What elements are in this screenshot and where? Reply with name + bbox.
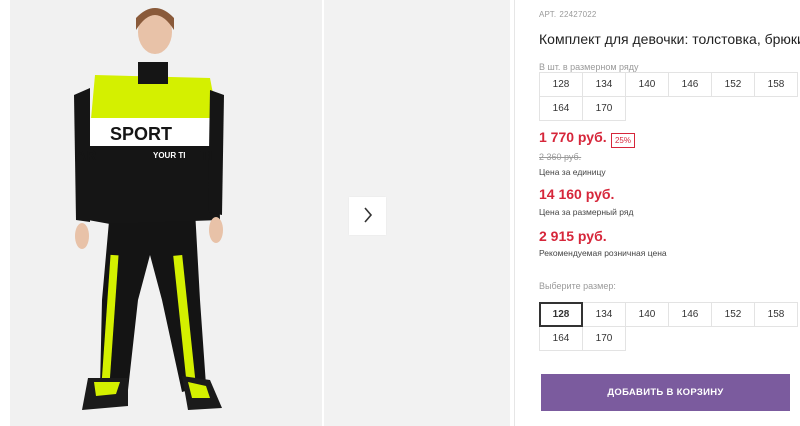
- size-option[interactable]: 170: [582, 326, 626, 351]
- sleeve-print-right: TI: [200, 147, 212, 163]
- discount-badge: 25%: [611, 133, 635, 148]
- row-price: 14 160 руб.: [539, 186, 615, 202]
- product-gallery: SPORT YOUR TI AR TI: [0, 0, 510, 426]
- product-photo-illustration: SPORT YOUR TI AR TI: [10, 0, 322, 426]
- size-row-cell: 140: [625, 72, 669, 97]
- size-option[interactable]: 158: [754, 302, 798, 327]
- sku-label: АРТ.: [539, 10, 557, 19]
- size-row-cell: 134: [582, 72, 626, 97]
- chevron-right-icon: [363, 206, 373, 226]
- gallery-next-button[interactable]: [349, 197, 386, 235]
- size-option[interactable]: 134: [582, 302, 626, 327]
- panel-divider: [514, 0, 515, 426]
- size-row-cell: 128: [539, 72, 583, 97]
- size-row-cell: 152: [711, 72, 755, 97]
- size-option[interactable]: 152: [711, 302, 755, 327]
- shirt-print-sport: SPORT: [110, 124, 172, 144]
- product-title: Комплект для девочки: толстовка, брюки: [539, 31, 800, 47]
- retail-price: 2 915 руб.: [539, 228, 607, 244]
- unit-price-caption: Цена за единицу: [539, 167, 606, 177]
- row-price-caption: Цена за размерный ряд: [539, 207, 634, 217]
- retail-price-caption: Рекомендуемая розничная цена: [539, 248, 667, 258]
- size-row-cell: 146: [668, 72, 712, 97]
- size-row-cell: 170: [582, 96, 626, 121]
- size-option[interactable]: 146: [668, 302, 712, 327]
- product-photo-main[interactable]: SPORT YOUR TI AR TI: [10, 0, 322, 426]
- add-to-cart-button[interactable]: ДОБАВИТЬ В КОРЗИНУ: [541, 374, 790, 411]
- size-row-cell: 164: [539, 96, 583, 121]
- size-row-cell: 158: [754, 72, 798, 97]
- shirt-print-yourti: YOUR TI: [153, 151, 185, 160]
- size-select-grid: 128 134 140 146 152 158 164 170: [539, 302, 798, 351]
- choose-size-label: Выберите размер:: [539, 281, 616, 291]
- size-option[interactable]: 164: [539, 326, 583, 351]
- sleeve-print-left: AR: [76, 147, 96, 163]
- size-row-label: В шт. в размерном ряду: [539, 62, 639, 72]
- size-option[interactable]: 140: [625, 302, 669, 327]
- size-row-grid: 128 134 140 146 152 158 164 170: [539, 72, 798, 121]
- old-price: 2 360 руб.: [539, 152, 582, 162]
- sku-value: 22427022: [559, 10, 597, 19]
- unit-price: 1 770 руб.: [539, 129, 607, 145]
- size-option[interactable]: 128: [539, 302, 583, 327]
- sku: АРТ. 22427022: [539, 10, 597, 19]
